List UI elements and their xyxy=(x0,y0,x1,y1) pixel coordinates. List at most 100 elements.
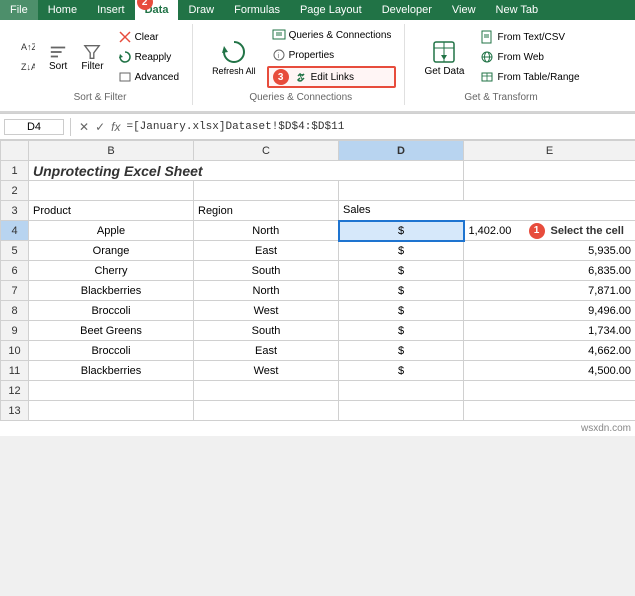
cell-c10[interactable]: East xyxy=(194,341,339,361)
cell-b8[interactable]: Broccoli xyxy=(29,301,194,321)
row-header-6[interactable]: 6 xyxy=(1,261,29,281)
cell-d2[interactable] xyxy=(339,181,464,201)
cell-b5[interactable]: Orange xyxy=(29,241,194,261)
cell-e13[interactable] xyxy=(464,401,635,421)
col-header-e[interactable]: E xyxy=(464,141,635,161)
cell-e5[interactable]: 5,935.00 xyxy=(464,241,635,261)
confirm-formula-icon[interactable]: ✓ xyxy=(93,120,107,134)
product-header[interactable]: Product xyxy=(29,201,194,221)
row-header-10[interactable]: 10 xyxy=(1,341,29,361)
formula-input[interactable] xyxy=(126,121,631,133)
col-header-c[interactable]: C xyxy=(194,141,339,161)
tab-home[interactable]: Home xyxy=(38,0,87,20)
cell-b4[interactable]: Apple xyxy=(29,221,194,241)
cell-e7[interactable]: 7,871.00 xyxy=(464,281,635,301)
tab-view[interactable]: View xyxy=(442,0,486,20)
row-header-11[interactable]: 11 xyxy=(1,361,29,381)
svg-text:A↑Z: A↑Z xyxy=(21,42,35,52)
row-header-13[interactable]: 13 xyxy=(1,401,29,421)
cell-c4[interactable]: North xyxy=(194,221,339,241)
cell-c2[interactable] xyxy=(194,181,339,201)
table-row: 7 Blackberries North $ 7,871.00 xyxy=(1,281,635,301)
cell-e12[interactable] xyxy=(464,381,635,401)
cell-e10[interactable]: 4,662.00 xyxy=(464,341,635,361)
cell-c7[interactable]: North xyxy=(194,281,339,301)
row-header-1[interactable]: 1 xyxy=(1,161,29,181)
from-table-button[interactable]: From Table/Range xyxy=(475,68,584,86)
cell-b9[interactable]: Beet Greens xyxy=(29,321,194,341)
tab-draw[interactable]: Draw xyxy=(178,0,224,20)
cell-b11[interactable]: Blackberries xyxy=(29,361,194,381)
refresh-all-button[interactable]: Refresh All xyxy=(205,35,263,79)
tab-developer[interactable]: Developer xyxy=(372,0,442,20)
cell-c5[interactable]: East xyxy=(194,241,339,261)
cell-b10[interactable]: Broccoli xyxy=(29,341,194,361)
from-web-button[interactable]: From Web xyxy=(475,48,584,66)
tab-data[interactable]: 2 Data xyxy=(135,0,179,20)
cell-e11[interactable]: 4,500.00 xyxy=(464,361,635,381)
row-header-4[interactable]: 4 xyxy=(1,221,29,241)
cell-d10[interactable]: $ xyxy=(339,341,464,361)
cell-e9[interactable]: 1,734.00 xyxy=(464,321,635,341)
cell-c6[interactable]: South xyxy=(194,261,339,281)
from-text-csv-button[interactable]: From Text/CSV xyxy=(475,28,584,46)
cell-e4[interactable]: 1,402.00 1 Select the cell xyxy=(464,221,635,241)
tab-formulas[interactable]: Formulas xyxy=(224,0,290,20)
cell-reference-input[interactable] xyxy=(4,119,64,135)
row-header-5[interactable]: 5 xyxy=(1,241,29,261)
cell-e1[interactable] xyxy=(464,161,635,181)
sort-button[interactable]: Sort xyxy=(44,40,72,75)
row-header-7[interactable]: 7 xyxy=(1,281,29,301)
cell-e2[interactable] xyxy=(464,181,635,201)
tab-insert[interactable]: Insert xyxy=(87,0,135,20)
advanced-button[interactable]: Advanced xyxy=(113,68,184,86)
cell-b12[interactable] xyxy=(29,381,194,401)
col-header-d[interactable]: D xyxy=(339,141,464,161)
cell-d6[interactable]: $ xyxy=(339,261,464,281)
tab-file[interactable]: File xyxy=(0,0,38,20)
tab-new-tab[interactable]: New Tab xyxy=(486,0,549,20)
row-header-12[interactable]: 12 xyxy=(1,381,29,401)
row-header-8[interactable]: 8 xyxy=(1,301,29,321)
edit-links-button[interactable]: 3 Edit Links xyxy=(267,66,397,88)
cell-d11[interactable]: $ xyxy=(339,361,464,381)
cell-d8[interactable]: $ xyxy=(339,301,464,321)
cell-c9[interactable]: South xyxy=(194,321,339,341)
tab-page-layout[interactable]: Page Layout xyxy=(290,0,372,20)
cell-c8[interactable]: West xyxy=(194,301,339,321)
title-cell[interactable]: Unprotecting Excel Sheet xyxy=(29,161,464,181)
cell-e6[interactable]: 6,835.00 xyxy=(464,261,635,281)
row-header-3[interactable]: 3 xyxy=(1,201,29,221)
cancel-formula-icon[interactable]: ✕ xyxy=(77,120,91,134)
sort-desc-button[interactable]: Z↓A xyxy=(16,58,40,76)
cell-b2[interactable] xyxy=(29,181,194,201)
filter-button[interactable]: Filter xyxy=(76,40,108,75)
col-header-b[interactable]: B xyxy=(29,141,194,161)
cell-d12[interactable] xyxy=(339,381,464,401)
cell-d4-selected[interactable]: $ xyxy=(339,221,464,241)
properties-button[interactable]: i Properties xyxy=(267,46,397,64)
cell-d13[interactable] xyxy=(339,401,464,421)
get-data-button[interactable]: Get Data xyxy=(417,35,471,80)
row-header-9[interactable]: 9 xyxy=(1,321,29,341)
cell-b6[interactable]: Cherry xyxy=(29,261,194,281)
table-row: 13 xyxy=(1,401,635,421)
cell-d7[interactable]: $ xyxy=(339,281,464,301)
queries-connections-button[interactable]: Queries & Connections xyxy=(267,26,397,44)
cell-d5[interactable]: $ xyxy=(339,241,464,261)
row-header-2[interactable]: 2 xyxy=(1,181,29,201)
sort-asc-button[interactable]: A↑Z xyxy=(16,38,40,56)
cell-b7[interactable]: Blackberries xyxy=(29,281,194,301)
table-icon xyxy=(480,70,494,84)
reapply-button[interactable]: Reapply xyxy=(113,48,184,66)
cell-c12[interactable] xyxy=(194,381,339,401)
clear-button[interactable]: Clear xyxy=(113,28,184,46)
region-header[interactable]: Region xyxy=(194,201,339,221)
cell-d9[interactable]: $ xyxy=(339,321,464,341)
cell-c11[interactable]: West xyxy=(194,361,339,381)
sales-header[interactable]: Sales xyxy=(339,201,635,221)
insert-function-icon[interactable]: fx xyxy=(109,120,122,134)
cell-c13[interactable] xyxy=(194,401,339,421)
cell-e8[interactable]: 9,496.00 xyxy=(464,301,635,321)
cell-b13[interactable] xyxy=(29,401,194,421)
